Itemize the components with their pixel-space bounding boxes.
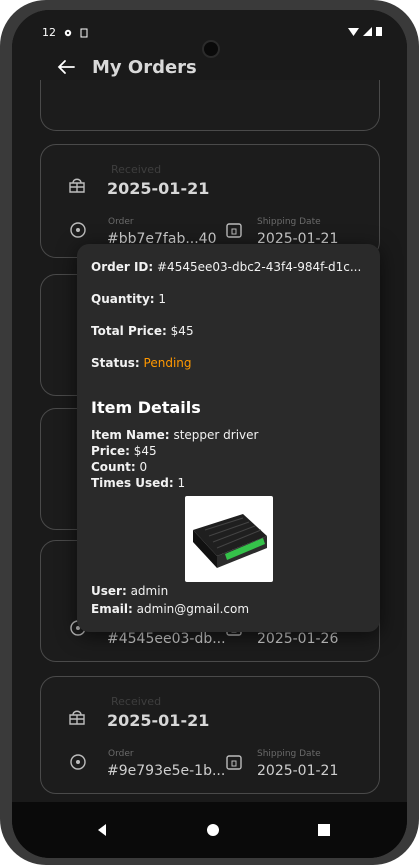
shipping-label: Shipping Date [257,217,321,227]
price-row: Price: $45 [91,444,157,458]
item-name-label: Item Name: [91,428,170,442]
clipboard-icon [80,28,88,37]
times-used-value: 1 [177,476,186,490]
total-price-row: Total Price: $45 [91,324,194,338]
price-label: Price: [91,444,130,458]
status-row: Status: Pending [91,356,192,370]
back-arrow-icon[interactable] [54,55,78,79]
email-row: Email: admin@gmail.com [91,602,249,616]
app-screen: 12 My Orders Received 2025-01-21 Order #… [12,10,407,858]
order-details-dialog[interactable]: Order ID: #4545ee03-dbc2-43f4-984f-d1c..… [77,244,380,632]
count-row: Count: 0 [91,460,147,474]
quantity-label: Quantity: [91,292,155,306]
signal-icon [363,26,372,36]
status-value: Pending [143,356,192,370]
user-label: User: [91,584,127,598]
order-id-row: Order ID: #4545ee03-dbc2-43f4-984f-d1c..… [91,260,361,274]
user-value: admin [130,584,169,598]
quantity-value: 1 [158,292,167,306]
shipping-date: 2025-01-21 [257,763,339,779]
order-card[interactable]: Received 2025-01-21 Order #9e793e5e-1b..… [40,676,380,794]
total-price-label: Total Price: [91,324,167,338]
count-value: 0 [139,460,148,474]
price-value: $45 [133,444,157,458]
package-icon [69,178,85,193]
shipping-date: 2025-01-26 [257,631,339,647]
calendar-icon [226,755,242,770]
order-card-partial[interactable] [40,80,380,131]
status-right [348,26,382,36]
item-details-heading: Item Details [91,398,201,417]
email-label: Email: [91,602,133,616]
location-icon [70,754,86,770]
phone-screen: 12 My Orders Received 2025-01-21 Order #… [12,10,407,858]
home-circle-icon[interactable] [205,822,221,838]
status-time: 12 [42,26,56,39]
wifi-icon [348,27,359,36]
page-title: My Orders [92,57,197,78]
quantity-row: Quantity: 1 [91,292,166,306]
order-status: Received [111,163,162,176]
times-used-label: Times Used: [91,476,174,490]
order-label: Order [108,749,134,759]
item-name-value: stepper driver [173,428,259,442]
status-left: 12 [42,26,88,39]
battery-icon [376,27,382,36]
order-card[interactable]: Received 2025-01-21 Order #bb7e7fab...40… [40,144,380,258]
email-value: admin@gmail.com [136,602,250,616]
order-label: Order [108,217,134,227]
system-nav-bar [12,802,407,858]
back-triangle-icon[interactable] [94,822,110,838]
calendar-icon [226,223,242,238]
stepper-driver-image [193,514,267,568]
count-label: Count: [91,460,136,474]
order-date: 2025-01-21 [107,179,210,198]
order-id: #4545ee03-db... [107,631,226,647]
total-price-value: $45 [170,324,194,338]
order-date: 2025-01-21 [107,711,210,730]
order-id-value: #4545ee03-dbc2-43f4-984f-d1c... [157,260,362,274]
package-icon [69,710,85,725]
times-used-row: Times Used: 1 [91,476,185,490]
shipping-label: Shipping Date [257,749,321,759]
order-id: #9e793e5e-1b... [107,763,226,779]
status-label: Status: [91,356,140,370]
item-image [185,496,273,582]
order-status: Received [111,695,162,708]
gear-icon [64,29,72,36]
location-icon [70,222,86,238]
order-id-label: Order ID: [91,260,154,274]
item-name-row: Item Name: stepper driver [91,428,258,442]
recent-square-icon[interactable] [316,822,332,838]
user-row: User: admin [91,584,168,598]
